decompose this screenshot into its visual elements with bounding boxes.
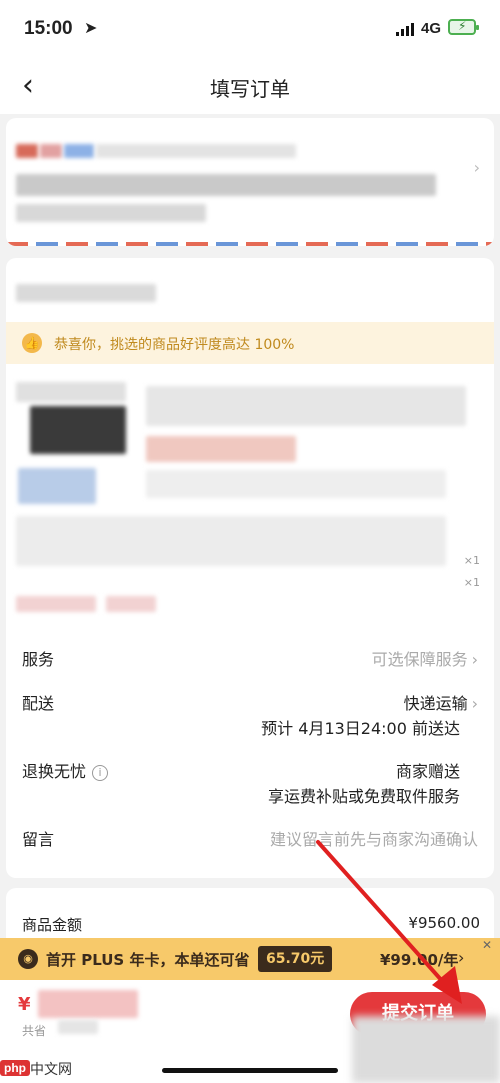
chevron-right-icon: › [471, 650, 478, 669]
total-amount [38, 990, 138, 1018]
page-title: 填写订单 [210, 77, 290, 101]
mail-stripe-divider [6, 242, 494, 246]
watermark-text: 中文网 [30, 1062, 72, 1078]
return-value: 商家赠送 [395, 762, 460, 781]
chevron-right-icon: › [473, 158, 480, 177]
total-saved-label: 共省 [22, 1024, 47, 1038]
signal-icon [396, 22, 416, 36]
delivery-row[interactable]: 配送 快递运输 › 预计 4月13日24:00 前送达 [22, 690, 478, 742]
close-icon[interactable]: ✕ [482, 938, 492, 952]
chevron-right-icon: › [471, 694, 478, 713]
product-thumb[interactable] [30, 406, 126, 454]
chevron-right-icon: › [458, 948, 465, 967]
home-indicator [162, 1068, 338, 1073]
service-row[interactable]: 服务 可选保障服务 › [22, 646, 478, 670]
status-bar: 15:00 ➤ 4G ⚡ [0, 0, 500, 58]
praise-notice: 👍 恭喜你，挑选的商品好评度高达 100% [6, 322, 494, 364]
product-card: 👍 恭喜你，挑选的商品好评度高达 100% ×1 ×1 服务 可选保障服务 › 配… [6, 258, 494, 878]
plus-promo-text: 首开 PLUS 年卡，本单还可省 [46, 951, 250, 969]
service-label: 服务 [22, 650, 55, 669]
amount-value: ¥9560.00 [408, 914, 480, 932]
info-icon[interactable]: i [92, 765, 109, 781]
product-qty-1: ×1 [463, 554, 480, 567]
praise-notice-text: 恭喜你，挑选的商品好评度高达 100% [54, 337, 295, 353]
plus-promo-bar[interactable]: ◉ 首开 PLUS 年卡，本单还可省 65.70元 ¥99.00/年 › ✕ [0, 938, 500, 980]
blurred-overlay [352, 1016, 500, 1083]
thumbs-up-icon: 👍 [22, 333, 42, 353]
location-arrow-icon: ➤ [84, 18, 98, 37]
nav-bar: ‹ 填写订单 [0, 58, 500, 114]
message-row[interactable]: 留言 建议留言前先与商家沟通确认 [22, 826, 478, 850]
delivery-estimate: 预计 4月13日24:00 前送达 [261, 719, 460, 738]
service-value: 可选保障服务 [371, 650, 468, 669]
product-qty-2: ×1 [463, 576, 480, 589]
product-thumb-top [16, 382, 126, 402]
plus-icon: ◉ [18, 949, 38, 969]
amount-label: 商品金额 [22, 916, 83, 934]
message-input[interactable]: 建议留言前先与商家沟通确认 [270, 826, 478, 850]
message-label: 留言 [22, 830, 55, 849]
plus-price: ¥99.00/年 [380, 951, 459, 969]
watermark-logo: php [0, 1060, 30, 1076]
plus-save-amount: 65.70元 [258, 946, 333, 972]
return-label: 退换无忧 [22, 762, 87, 781]
return-sub: 享运费补贴或免费取件服务 [267, 787, 460, 806]
network-type: 4G [421, 20, 442, 37]
delivery-label: 配送 [22, 694, 55, 713]
battery-icon: ⚡ [448, 19, 479, 35]
address-card[interactable]: › [6, 118, 494, 246]
status-time: 15:00 [24, 18, 73, 39]
total-currency: ¥ [18, 994, 31, 1015]
return-row: 退换无忧 i 商家赠送 享运费补贴或免费取件服务 [22, 758, 478, 810]
delivery-value: 快递运输 [403, 694, 468, 713]
bottom-bar: ¥ 共省 提交订单 [0, 980, 500, 1083]
